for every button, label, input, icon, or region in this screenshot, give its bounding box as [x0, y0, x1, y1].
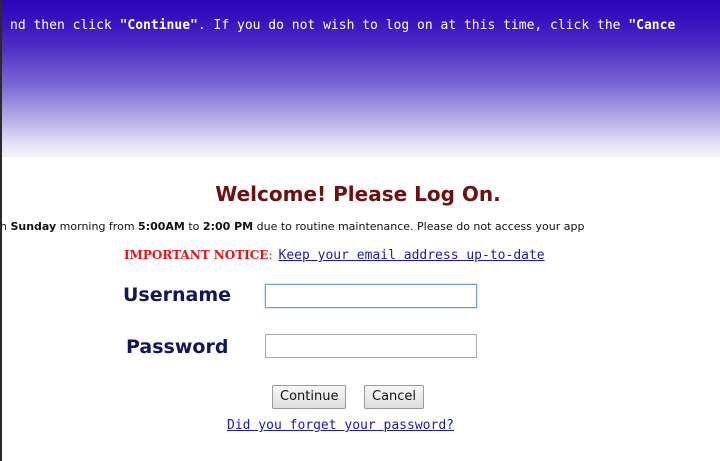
- instruction-text: nd then click "Continue". If you do not …: [10, 18, 676, 33]
- page-title: Welcome! Please Log On.: [215, 182, 501, 206]
- continue-button[interactable]: Continue: [272, 385, 347, 409]
- forgot-password-link[interactable]: Did you forget your password?: [227, 418, 454, 433]
- cancel-button[interactable]: Cancel: [364, 385, 425, 409]
- update-email-link[interactable]: Keep your email address up-to-date: [279, 248, 545, 263]
- password-label: Password: [126, 336, 229, 358]
- username-label: Username: [123, 284, 232, 306]
- header-banner: nd then click "Continue". If you do not …: [0, 0, 720, 157]
- username-input[interactable]: [265, 284, 477, 308]
- maintenance-notice: h Sunday morning from 5:00AM to 2:00 PM …: [0, 220, 585, 233]
- notice-label: IMPORTANT NOTICE: [124, 248, 269, 262]
- password-input[interactable]: [265, 334, 477, 358]
- important-notice: IMPORTANT NOTICE: Keep your email address…: [124, 248, 545, 263]
